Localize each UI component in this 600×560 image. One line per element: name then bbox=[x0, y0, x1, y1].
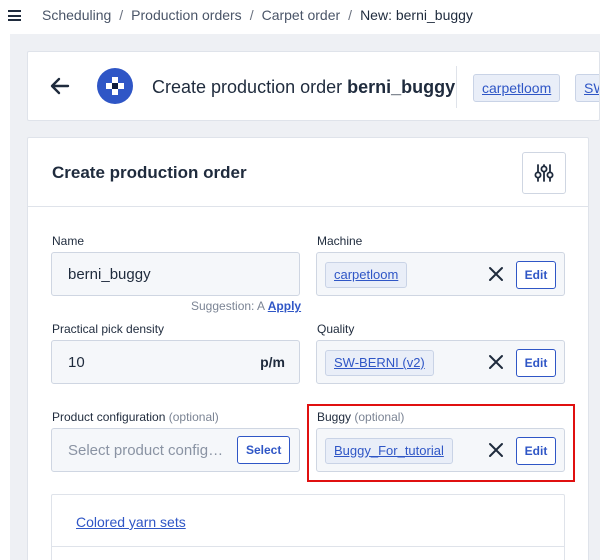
breadcrumb-item[interactable]: Production orders bbox=[131, 7, 242, 23]
card-title: Create production order bbox=[52, 163, 247, 182]
pick-density-unit: p/m bbox=[260, 354, 285, 370]
machine-field: carpetloom Edit bbox=[316, 252, 565, 296]
header-chip-machine[interactable]: carpetloom bbox=[473, 74, 561, 102]
suggestion-text: Suggestion: A bbox=[191, 299, 265, 313]
colored-yarn-sets-link[interactable]: Colored yarn sets bbox=[76, 514, 186, 530]
quality-edit-button[interactable]: Edit bbox=[516, 349, 556, 377]
buggy-highlight-box bbox=[307, 404, 575, 482]
name-label: Name bbox=[52, 234, 85, 248]
name-input[interactable]: berni_buggy bbox=[51, 252, 300, 296]
sliders-icon bbox=[534, 164, 554, 182]
back-arrow-icon[interactable] bbox=[50, 76, 70, 96]
breadcrumb-item[interactable]: Scheduling bbox=[42, 7, 111, 23]
breadcrumb-current-name: berni_buggy bbox=[395, 7, 473, 23]
breadcrumb-separator: / bbox=[348, 7, 353, 23]
breadcrumb: Scheduling / Production orders / Carpet orde… bbox=[42, 7, 473, 23]
breadcrumb-current-prefix: New: bbox=[360, 7, 396, 23]
top-bar: Scheduling / Production orders / Carpet orde… bbox=[0, 0, 600, 34]
close-icon[interactable] bbox=[488, 354, 504, 370]
yarn-sets-card: Colored yarn sets bbox=[51, 494, 565, 560]
yarn-card-divider bbox=[52, 546, 564, 547]
breadcrumb-current: New: berni_buggy bbox=[360, 7, 473, 23]
pick-density-label: Practical pick density bbox=[52, 322, 165, 336]
pick-density-input[interactable]: 10 p/m bbox=[51, 340, 300, 384]
pick-density-value: 10 bbox=[68, 354, 85, 371]
header-divider bbox=[456, 66, 457, 108]
header-chip-quality[interactable]: SW bbox=[575, 74, 599, 102]
app-logo-icon bbox=[97, 68, 133, 104]
name-value: berni_buggy bbox=[68, 266, 151, 283]
page-title-name: berni_buggy bbox=[347, 77, 456, 97]
breadcrumb-separator: / bbox=[119, 7, 124, 23]
page-title: Create production order berni_buggy bbox=[152, 77, 455, 98]
apply-suggestion-link[interactable]: Apply bbox=[268, 299, 301, 313]
product-config-input[interactable]: Select product config… Select bbox=[51, 428, 300, 472]
machine-edit-button[interactable]: Edit bbox=[516, 261, 556, 289]
breadcrumb-separator: / bbox=[249, 7, 254, 23]
product-config-placeholder: Select product config… bbox=[68, 442, 224, 459]
product-config-label-text: Product configuration bbox=[52, 410, 166, 424]
menu-icon[interactable] bbox=[8, 10, 21, 21]
product-config-label: Product configuration (optional) bbox=[52, 410, 219, 424]
optional-hint: (optional) bbox=[168, 410, 219, 424]
product-config-select-button[interactable]: Select bbox=[237, 436, 291, 464]
settings-button[interactable] bbox=[522, 152, 566, 194]
card-divider bbox=[28, 206, 588, 207]
quality-value-chip[interactable]: SW-BERNI (v2) bbox=[325, 350, 434, 376]
close-icon[interactable] bbox=[488, 266, 504, 282]
machine-value-chip[interactable]: carpetloom bbox=[325, 262, 408, 288]
page-title-prefix: Create production order bbox=[152, 77, 348, 97]
quality-label: Quality bbox=[317, 322, 355, 336]
header-card: Create production order berni_buggy carp… bbox=[27, 51, 600, 121]
breadcrumb-item[interactable]: Carpet order bbox=[262, 7, 341, 23]
name-suggestion: Suggestion: A Apply bbox=[191, 299, 301, 313]
quality-field: SW-BERNI (v2) Edit bbox=[316, 340, 565, 384]
machine-label: Machine bbox=[317, 234, 363, 248]
